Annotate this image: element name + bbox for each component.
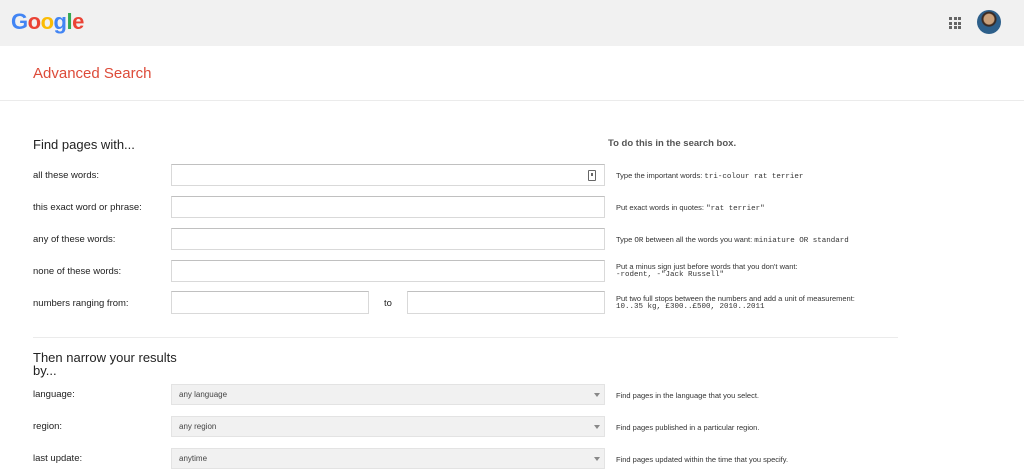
hint-text: Put a minus sign just before words that … xyxy=(616,262,798,271)
number-from-field xyxy=(171,291,369,314)
hint-example: tri-colour rat terrier xyxy=(704,173,804,181)
number-to-label: to xyxy=(384,298,392,309)
exact-phrase-hint: Put exact words in quotes: "rat terrier" xyxy=(616,203,765,214)
hint-text: Put two full stops between the numbers a… xyxy=(616,294,855,303)
divider xyxy=(0,100,1024,101)
region-hint: Find pages published in a particular reg… xyxy=(616,423,760,432)
any-words-label: any of these words: xyxy=(33,234,116,245)
narrow-heading-line: by... xyxy=(33,363,57,378)
exact-phrase-label: this exact word or phrase: xyxy=(33,202,142,213)
region-label: region: xyxy=(33,421,63,432)
none-words-hint: Put a minus sign just before words that … xyxy=(616,262,798,280)
number-from-input[interactable] xyxy=(172,292,368,313)
last-update-select[interactable]: anytime xyxy=(171,448,605,469)
any-words-input[interactable] xyxy=(172,229,604,250)
top-bar: Google xyxy=(0,0,1024,46)
page-title: Advanced Search xyxy=(33,65,152,82)
all-words-input[interactable] xyxy=(172,165,604,186)
language-hint: Find pages in the language that you sele… xyxy=(616,391,760,400)
hint-text: Type xyxy=(616,235,635,244)
exact-phrase-input[interactable] xyxy=(172,197,604,218)
logo-letter: e xyxy=(72,9,84,34)
hint-text: Put exact words in quotes: xyxy=(616,203,707,212)
number-range-label: numbers ranging from: xyxy=(33,298,129,309)
hint-example: miniature OR standard xyxy=(754,237,849,245)
hint-text: between all the words you want: xyxy=(643,235,755,244)
number-range-hint: Put two full stops between the numbers a… xyxy=(616,294,855,312)
exact-phrase-field xyxy=(171,196,605,218)
logo-letter: o xyxy=(27,9,41,34)
dropdown-caret-icon xyxy=(594,457,600,461)
account-avatar-icon[interactable] xyxy=(977,10,1001,34)
none-words-label: none of these words: xyxy=(33,266,122,277)
any-words-field xyxy=(171,228,605,250)
all-words-field xyxy=(171,164,605,186)
last-update-label: last update: xyxy=(33,453,83,464)
hint-example: OR xyxy=(634,237,644,245)
dropdown-caret-icon xyxy=(594,393,600,397)
last-update-hint: Find pages updated within the time that … xyxy=(616,455,789,464)
number-to-field xyxy=(407,291,605,314)
all-words-hint: Type the important words: tri-colour rat… xyxy=(616,171,803,182)
find-section-heading: Find pages with... xyxy=(33,137,135,152)
logo-letter: o xyxy=(40,9,54,34)
apps-grid-icon[interactable] xyxy=(949,17,961,29)
section-divider xyxy=(33,337,898,338)
language-selected-value: any language xyxy=(179,390,228,399)
logo-letter: G xyxy=(11,9,28,34)
none-words-field xyxy=(171,260,605,282)
language-label: language: xyxy=(33,389,75,400)
virtual-keyboard-icon[interactable] xyxy=(588,170,596,181)
hint-text: Type the important words: xyxy=(616,171,705,180)
any-words-hint: Type OR between all the words you want: … xyxy=(616,235,849,246)
all-words-label: all these words: xyxy=(33,170,100,181)
dropdown-caret-icon xyxy=(594,425,600,429)
language-select[interactable]: any language xyxy=(171,384,605,405)
hint-example: "rat terrier" xyxy=(706,205,765,213)
region-selected-value: any region xyxy=(179,422,217,431)
hint-example: -rodent, -"Jack Russell" xyxy=(616,271,725,279)
logo-letter: g xyxy=(53,9,67,34)
number-to-input[interactable] xyxy=(408,292,604,313)
last-update-selected-value: anytime xyxy=(179,454,208,463)
hint-example: 10..35 kg, £300..£500, 2010..2011 xyxy=(616,303,765,311)
none-words-input[interactable] xyxy=(172,261,604,282)
narrow-section-heading: Then narrow your results by... xyxy=(33,351,177,377)
region-select[interactable]: any region xyxy=(171,416,605,437)
google-logo[interactable]: Google xyxy=(11,9,84,35)
hint-heading: To do this in the search box. xyxy=(608,138,737,149)
